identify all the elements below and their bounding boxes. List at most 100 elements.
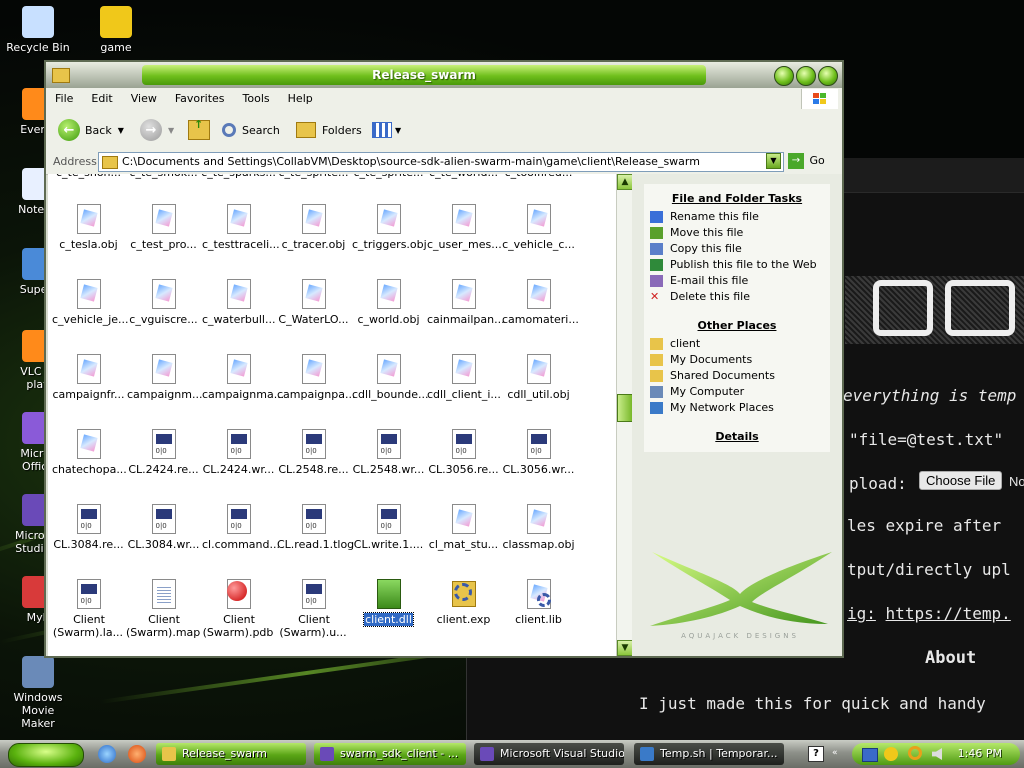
chevron-down-icon[interactable]: ▼ [168,126,174,135]
taskbar-button[interactable]: Temp.sh | Temporar... [634,743,784,765]
file-item[interactable]: campaignpa... [276,354,355,401]
file-item[interactable]: client.lib [501,579,576,626]
taskbar-button[interactable]: Microsoft Visual Studio [474,743,624,765]
file-item[interactable]: chatechopa... [51,429,127,476]
task-link[interactable]: E-mail this file [644,273,830,289]
example-link[interactable]: https://temp. [886,604,1011,623]
security-shield-icon[interactable] [884,747,898,761]
help-icon[interactable]: ? [808,746,824,762]
explorer-window[interactable]: Release_swarm File Edit View Favorites Tools… [44,60,844,658]
file-item[interactable]: c_waterbull... [201,279,276,326]
folders-button[interactable]: Folders [296,119,362,141]
file-item[interactable]: CL.write.1.... [351,504,426,551]
minimize-button[interactable] [774,66,794,86]
address-dropdown-button[interactable]: ▼ [766,153,781,169]
file-item[interactable]: CL.3084.wr... [126,504,201,551]
search-icon[interactable] [908,746,922,760]
menu-file[interactable]: File [46,88,82,105]
taskbar-button[interactable]: swarm_sdk_client - ... [314,743,466,765]
file-item[interactable]: CL.read.1.tlog [276,504,354,551]
task-link[interactable]: My Network Places [644,400,830,416]
menu-edit[interactable]: Edit [82,88,121,105]
scroll-thumb[interactable] [617,394,633,422]
file-item-label-partial[interactable]: c_te_sprite... [276,174,351,179]
file-item[interactable]: cl_mat_stu... [426,504,501,551]
task-link[interactable]: Copy this file [644,241,830,257]
scroll-down-button[interactable]: ▼ [617,640,633,656]
file-item-label-partial[interactable]: c_toolfired... [501,174,576,179]
desktop-icon[interactable]: Recycle Bin [0,6,76,54]
task-link[interactable]: client [644,336,830,352]
file-item[interactable]: cdll_client_i... [426,354,501,401]
file-item[interactable]: campaignma... [201,354,284,401]
file-item[interactable]: Client (Swarm).la... [51,579,126,639]
file-item[interactable]: c_vehicle_c... [501,204,576,251]
task-link[interactable]: Shared Documents [644,368,830,384]
vertical-scrollbar[interactable]: ▲ ▼ [616,174,633,656]
file-item[interactable]: c_world.obj [351,279,426,326]
search-button[interactable]: Search [222,119,280,141]
volume-icon[interactable] [932,748,942,760]
file-item[interactable]: c_vguiscre... [126,279,201,326]
file-item[interactable]: CL.3056.re... [426,429,501,476]
file-item[interactable]: cdll_util.obj [501,354,576,401]
address-input[interactable]: C:\Documents and Settings\CollabVM\Deskt… [98,152,784,172]
start-button[interactable] [8,743,84,767]
file-item-label-partial[interactable]: c_te_smok... [126,174,201,179]
file-item[interactable]: c_testtraceli... [201,204,280,251]
file-item[interactable]: campaignm... [126,354,202,401]
media-player-icon[interactable] [128,745,146,763]
up-folder-button[interactable]: ↑ [188,118,210,141]
file-item[interactable]: Client (Swarm).map [126,579,201,639]
file-item[interactable]: client.dll [351,579,426,627]
views-button[interactable]: ▼ [372,119,401,141]
file-folder-tasks-title[interactable]: File and Folder Tasks [644,192,830,205]
clock[interactable]: 1:46 PM [958,743,1002,765]
task-link[interactable]: My Computer [644,384,830,400]
file-item[interactable]: CL.2424.re... [126,429,201,476]
file-list[interactable]: c_te_shoh...c_te_smok...c_te_sparks...c_… [48,174,616,656]
file-item[interactable]: CL.2548.re... [276,429,351,476]
scroll-up-button[interactable]: ▲ [617,174,633,190]
menu-tools[interactable]: Tools [234,88,279,105]
file-item[interactable]: cdll_bounde... [351,354,429,401]
file-item[interactable]: c_vehicle_je... [51,279,129,326]
task-link[interactable]: ✕ Delete this file [644,289,830,305]
file-item[interactable]: C_WaterLO... [276,279,351,326]
other-places-title[interactable]: Other Places [644,319,830,332]
file-item[interactable]: c_test_pro... [126,204,201,251]
forward-button[interactable]: → ▼ [140,119,174,141]
file-item[interactable]: cainmailpan... [426,279,505,326]
back-button[interactable]: ← Back ▼ [58,119,124,141]
task-link[interactable]: Publish this file to the Web [644,257,830,273]
close-button[interactable] [818,66,838,86]
file-item[interactable]: c_user_mes... [426,204,502,251]
choose-file-button[interactable]: Choose File [919,471,1003,490]
file-item[interactable]: c_tesla.obj [51,204,126,251]
network-icon[interactable] [862,748,878,762]
maximize-button[interactable] [796,66,816,86]
file-item[interactable]: client.exp [426,579,501,626]
file-item[interactable]: CL.2424.wr... [201,429,276,476]
file-item[interactable]: campaignfr... [51,354,126,401]
menu-favorites[interactable]: Favorites [166,88,234,105]
file-item-label-partial[interactable]: c_te_sprite... [351,174,426,179]
file-item[interactable]: classmap.obj [501,504,576,551]
chevron-down-icon[interactable]: ▼ [118,126,124,135]
file-item[interactable]: CL.3084.re... [51,504,126,551]
task-link[interactable]: Rename this file [644,209,830,225]
go-button[interactable]: → Go [788,153,825,169]
file-item-label-partial[interactable]: c_te_shoh... [51,174,126,179]
taskbar-button[interactable]: Release_swarm [156,743,306,765]
file-item-label-partial[interactable]: c_te_sparks... [201,174,276,179]
file-item[interactable]: Client (Swarm).pdb [201,579,276,639]
task-link[interactable]: Move this file [644,225,830,241]
file-item[interactable]: Client (Swarm).u... [276,579,351,639]
file-item-label-partial[interactable]: c_te_world... [426,174,501,179]
menu-view[interactable]: View [122,88,166,105]
desktop-icon[interactable]: game [78,6,154,54]
file-item[interactable]: CL.3056.wr... [501,429,576,476]
chevron-left-icon[interactable]: « [832,748,838,758]
file-item[interactable]: CL.2548.wr... [351,429,426,476]
details-title[interactable]: Details [644,430,830,443]
